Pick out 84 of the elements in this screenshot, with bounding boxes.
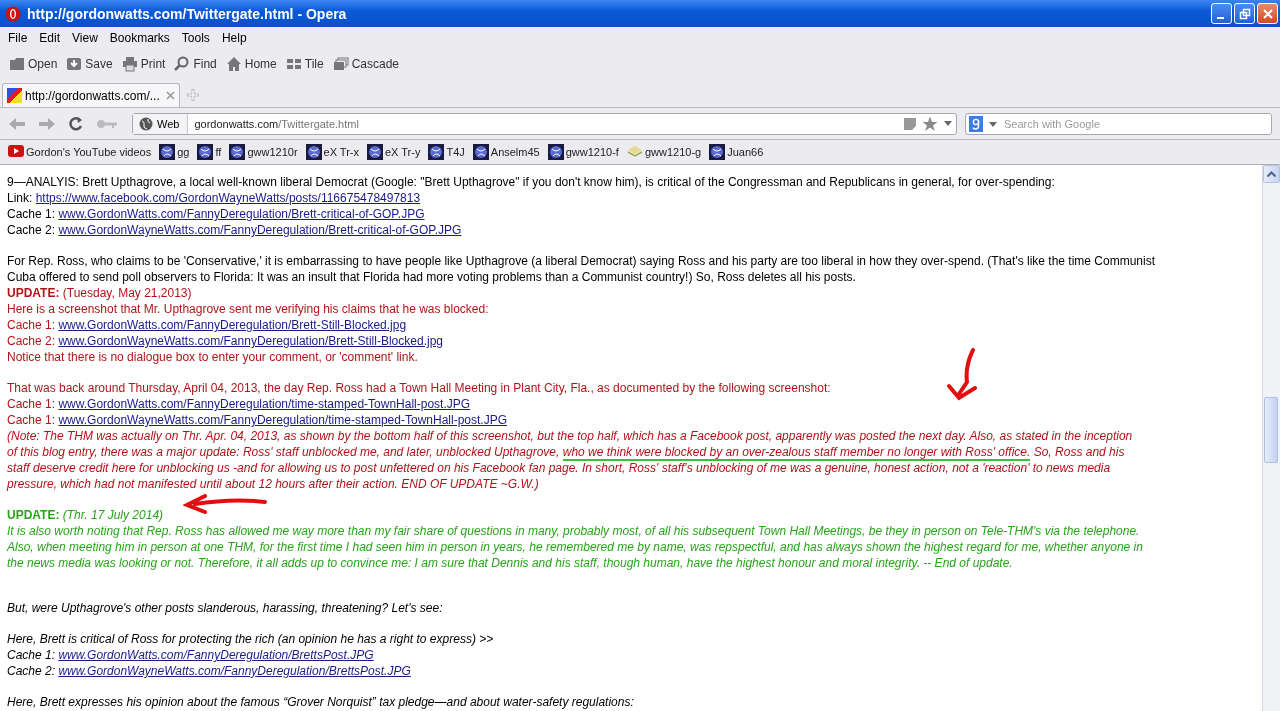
close-tab-icon[interactable] <box>166 91 175 100</box>
vertical-scrollbar[interactable] <box>1262 165 1280 711</box>
folder-icon <box>9 56 25 72</box>
bookmark-item[interactable]: gww1210r <box>229 144 298 160</box>
menu-item[interactable]: Help <box>215 31 253 45</box>
dropdown-caret-icon[interactable] <box>944 121 952 126</box>
search-field[interactable]: Search with Google <box>965 112 1272 135</box>
star-icon[interactable] <box>922 115 938 132</box>
printer-icon <box>121 56 138 72</box>
address-field[interactable]: Web gordonwatts.com/Twittergate.html <box>132 112 957 135</box>
paragraph: That was back around Thursday, April 04, 2013, the day Rep. Ross had a Town Hall Meeting in Plant City, Fla., as documented by the following screenshot: Cache 1: www.GordonWatts.com/FannyDeregulation/time-stamped-TownHall-post.JPG Cache 1: www.GordonWayneWatts.com/FannyDeregulation/time-stamped-TownHall-post.JPG <box>7 380 832 428</box>
bookmark-item[interactable]: eX Tr-y <box>367 144 421 160</box>
bookmark-item[interactable]: eX Tr-x <box>305 144 359 160</box>
toolbar-button[interactable]: Open <box>6 53 61 75</box>
link[interactable]: www.GordonWayneWatts.com/FannyDeregulation/Brett-Still-Blocked.jpg <box>58 334 443 348</box>
opera-logo-icon <box>5 5 21 22</box>
paragraph: It is also worth noting that Rep. Ross has allowed me way more than my fair share of questions in many, probably most, of all his subsequent Town Hall Meetings, be they in person on Tele-THM's via the telephone. Also, when meeting him in person at one THM, for the first time I had seen him in person in years, he remembered me by name, was repspectful, and has always shown the highest regard for me, whether anyone in the news media was looking or not. Therefore, it all adds up to convince me: I am sure that Dennis and his staff, though human, have the highest honour and moral integrity. -- End of update. <box>7 523 1144 571</box>
globe-icon <box>709 144 726 160</box>
minimize-icon <box>1216 16 1224 19</box>
bookmark-item[interactable]: gww1210-f <box>547 144 619 160</box>
browser-tab[interactable]: http://gordonwatts.com/... <box>2 83 180 107</box>
dropdown-caret-icon[interactable] <box>989 121 997 127</box>
link[interactable]: www.GordonWayneWatts.com/FannyDeregulation/BrettsPost.JPG <box>58 664 411 678</box>
play-icon <box>8 144 24 160</box>
menu-item[interactable]: View <box>66 31 104 45</box>
bookmark-item[interactable]: ff <box>197 144 222 160</box>
paragraph: But, were Upthagrove's other posts slanderous, harassing, threatening? Let's see: <box>7 600 444 616</box>
bookmark-item[interactable]: gg <box>159 144 190 160</box>
bookmark-item[interactable]: Juan66 <box>709 144 764 160</box>
menu-item[interactable]: Bookmarks <box>103 31 176 45</box>
paragraph: UPDATE: (Tuesday, May 21,2013) Here is a screenshot that Mr. Upthagrove sent me verifying his claims that he was blocked: Cache 1: www.GordonWatts.com/FannyDeregulation/Brett-Still-Blocked.jpg Cache 2: www.GordonWayneWatts.com/FannyDeregulation/Brett-Still-Blocked.jpg Notice that there is no dialogue box to enter your comment, or 'comment' link. <box>7 285 490 365</box>
toolbar-button[interactable]: Find <box>171 53 220 75</box>
paragraph: For Rep. Ross, who claims to be 'Conservative,' it is embarrassing to have people like Upthagrove (a liberal Democrat) saying Ross and his party are too liberal in how they over-spend. (That's like the time Communist Cuba offered to send poll observers to Florida: It was an insult that Florida had more voting problems than a Communist country!) So, Ross deletes all his posts. <box>7 253 1157 285</box>
globe-icon <box>547 144 564 160</box>
restore-button[interactable] <box>1234 3 1255 24</box>
favicon-icon <box>7 88 22 103</box>
link[interactable]: www.GordonWayneWatts.com/FannyDeregulation/time-stamped-TownHall-post.JPG <box>58 413 507 427</box>
globe-icon <box>229 144 246 160</box>
globe-icon <box>428 144 445 160</box>
link[interactable]: www.GordonWayneWatts.com/FannyDeregulation/Brett-critical-of-GOP.JPG <box>58 223 462 237</box>
grid-icon <box>285 56 302 72</box>
scrollbar-thumb[interactable] <box>1264 397 1278 463</box>
search-icon <box>174 56 191 72</box>
globe-icon <box>305 144 322 160</box>
bookmark-item[interactable]: Gordon's YouTube videos <box>8 144 152 160</box>
close-button[interactable] <box>1257 3 1278 24</box>
bookmark-item[interactable]: gww1210-g <box>626 144 702 160</box>
link[interactable]: www.GordonWatts.com/FannyDeregulation/BrettsPost.JPG <box>58 648 374 662</box>
paragraph: UPDATE: (Thr. 17 July 2014) <box>7 507 165 523</box>
note-icon[interactable] <box>904 117 916 130</box>
minimize-button[interactable] <box>1211 3 1232 24</box>
site-info-button[interactable]: Web <box>133 113 189 134</box>
menu-item[interactable]: Tools <box>175 31 216 45</box>
paragraph: Here, Brett is critical of Ross for protecting the rich (an opinion he has a right to express) >> Cache 1: www.GordonWatts.com/FannyDeregulation/BrettsPost.JPG Cache 2: www.GordonWayneWatts.com/FannyDeregulation/BrettsPost.JPG <box>7 631 495 679</box>
globe-icon <box>197 144 214 160</box>
paragraph: (Note: The THM was actually on Thr. Apr. 04, 2013, as shown by the bottom half of this screenshot, but the top half, which has a Facebook post, apparently was posted the next day. Also, as stated in the inception of this blog entry, there was a major update: Ross' staff unblocked me, and later, unblocked Upthagrove, who we think were blocked by an over-zealous staff member no longer with Ross' office. So, Ross and his staff deserve credit here for unblocking us -and for allowing us to post unfettered on his Facebook fan page. In short, Ross' staff's unblocking of me was a genuine, honest action, not a 'reaction' to news media pressure, which had not manifested until about 12 hours after their action. END OF UPDATE ~G.W.) <box>7 428 1134 492</box>
globe-icon <box>472 144 489 160</box>
link[interactable]: https://www.facebook.com/GordonWayneWatts/posts/116675478497813 <box>35 191 421 205</box>
download-icon <box>66 56 83 72</box>
close-icon <box>1261 7 1274 20</box>
menu-item[interactable]: Edit <box>33 31 67 45</box>
globe-icon <box>159 144 176 160</box>
toolbar-button[interactable]: Tile <box>282 53 327 75</box>
paragraph: Here, Brett expresses his opinion about the famous “Grover Norquist” tax pledge—and about water-safety regulations: <box>7 694 635 710</box>
envelope-icon <box>626 144 643 160</box>
windows-icon <box>332 56 349 72</box>
paragraph: 9—ANALYIS: Brett Upthagrove, a local well-known liberal Democrat (Google: "Brett Upthagrove" if you don't know him), is critical of the Congressman and Republicans in general, for over-spending: Link: https://www.facebook.com/GordonWayneWatts/posts/116675478497813 Cache 1: www.GordonWatts.com/FannyDeregulation/Brett-critical-of-GOP.JPG Cache 2: www.GordonWayneWatts.com/FannyDeregulation/Brett-critical-of-GOP.JPG <box>7 174 1056 238</box>
window-title: http://gordonwatts.com/Twittergate.html - Opera <box>27 5 348 22</box>
link[interactable]: www.GordonWatts.com/FannyDeregulation/Brett-Still-Blocked.jpg <box>58 318 407 332</box>
scroll-up-button[interactable] <box>1263 165 1280 183</box>
link[interactable]: www.GordonWatts.com/FannyDeregulation/Brett-critical-of-GOP.JPG <box>58 207 425 221</box>
restore-icon <box>1238 7 1251 20</box>
link[interactable]: www.GordonWatts.com/FannyDeregulation/time-stamped-TownHall-post.JPG <box>58 397 471 411</box>
bookmark-item[interactable]: Anselm45 <box>472 144 540 160</box>
toolbar-button[interactable]: Cascade <box>329 53 403 75</box>
home-icon <box>225 56 242 72</box>
up-chevron-icon <box>1267 171 1276 177</box>
globe-icon <box>139 116 153 131</box>
bookmark-item[interactable]: T4J <box>428 144 465 160</box>
menu-item[interactable]: File <box>2 31 34 45</box>
toolbar-button[interactable]: Save <box>63 53 116 75</box>
toolbar-button[interactable]: Home <box>222 53 280 75</box>
toolbar-button[interactable]: Print <box>118 53 169 75</box>
globe-icon <box>367 144 383 160</box>
